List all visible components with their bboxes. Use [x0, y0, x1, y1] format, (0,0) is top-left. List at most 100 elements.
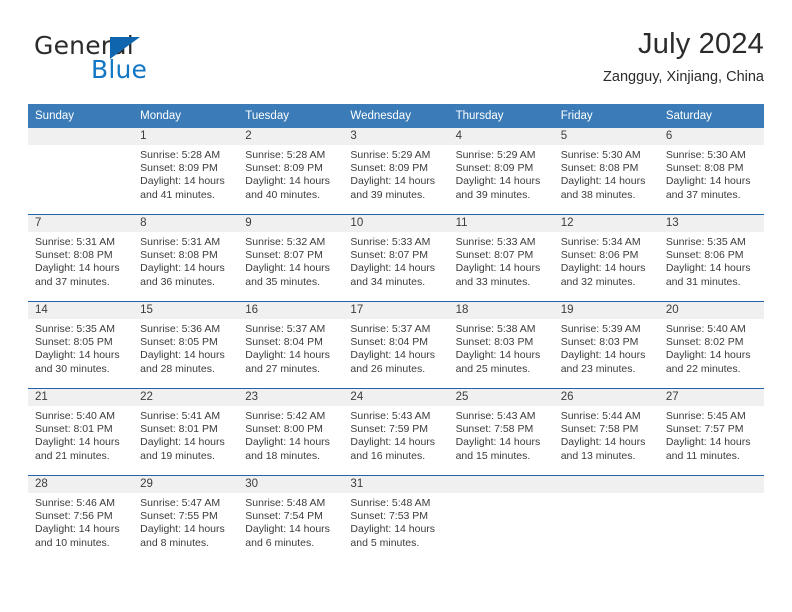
calendar-day-cell[interactable]: 9 Sunrise: 5:32 AM Sunset: 8:07 PM Daylight…	[238, 214, 344, 302]
calendar-day-cell[interactable]: 29 Sunrise: 5:47 AM Sunset: 7:55 PM Dayligh…	[133, 475, 239, 562]
calendar-day-cell[interactable]: 12 Sunrise: 5:34 AM Sunset: 8:06 PM Dayligh…	[553, 214, 659, 302]
day-cell-inner: 21 Sunrise: 5:40 AM Sunset: 8:01 PM Dayligh…	[28, 389, 134, 475]
daylight-text-line2: and 33 minutes.	[455, 275, 531, 288]
day-cell-inner: 11 Sunrise: 5:33 AM Sunset: 8:07 PM Dayligh…	[448, 215, 554, 301]
sunset-text: Sunset: 8:07 PM	[245, 249, 323, 262]
daylight-text-line1: Daylight: 14 hours	[140, 523, 225, 536]
day-cell-inner	[553, 476, 659, 562]
day-details: Sunrise: 5:44 AM Sunset: 7:58 PM Daylight:…	[554, 406, 659, 463]
calendar-day-cell[interactable]: 26 Sunrise: 5:44 AM Sunset: 7:58 PM Dayligh…	[553, 388, 659, 476]
calendar-day-cell[interactable]: 15 Sunrise: 5:36 AM Sunset: 8:05 PM Dayligh…	[133, 301, 239, 389]
day-details: Sunrise: 5:40 AM Sunset: 8:01 PM Daylight:…	[28, 406, 133, 463]
day-details: Sunrise: 5:31 AM Sunset: 8:08 PM Daylight:…	[28, 232, 133, 289]
day-cell-inner: 17 Sunrise: 5:37 AM Sunset: 8:04 PM Dayligh…	[343, 302, 449, 388]
day-number: 7	[28, 215, 134, 232]
daylight-text-line2: and 8 minutes.	[140, 536, 210, 549]
calendar-day-cell[interactable]: 5 Sunrise: 5:30 AM Sunset: 8:08 PM Daylight…	[553, 128, 659, 215]
calendar-day-cell[interactable]: 22 Sunrise: 5:41 AM Sunset: 8:01 PM Dayligh…	[133, 388, 239, 476]
calendar-day-cell[interactable]: 25 Sunrise: 5:43 AM Sunset: 7:58 PM Dayligh…	[448, 388, 554, 476]
day-details: Sunrise: 5:34 AM Sunset: 8:06 PM Daylight:…	[554, 232, 659, 289]
calendar-day-cell[interactable]: 1 Sunrise: 5:28 AM Sunset: 8:09 PM Daylight…	[133, 128, 239, 215]
calendar-day-cell[interactable]: 20 Sunrise: 5:40 AM Sunset: 8:02 PM Dayligh…	[658, 301, 764, 389]
calendar-day-cell[interactable]: 2 Sunrise: 5:28 AM Sunset: 8:09 PM Daylight…	[238, 128, 344, 215]
daylight-text-line2: and 37 minutes.	[35, 275, 110, 288]
day-cell-inner: 24 Sunrise: 5:43 AM Sunset: 7:59 PM Dayligh…	[343, 389, 449, 475]
daylight-text-line1: Daylight: 14 hours	[665, 436, 751, 449]
sunset-text: Sunset: 7:55 PM	[140, 510, 218, 523]
day-details: Sunrise: 5:29 AM Sunset: 8:09 PM Daylight:…	[449, 145, 554, 202]
daylight-text-line2: and 30 minutes.	[35, 362, 110, 375]
calendar-day-cell[interactable]: 7 Sunrise: 5:31 AM Sunset: 8:08 PM Daylight…	[28, 214, 134, 302]
sunrise-text: Sunrise: 5:36 AM	[140, 323, 221, 335]
day-cell-inner: 28 Sunrise: 5:46 AM Sunset: 7:56 PM Dayligh…	[28, 476, 134, 562]
day-details: Sunrise: 5:37 AM Sunset: 8:04 PM Daylight:…	[238, 319, 343, 376]
sunset-text: Sunset: 8:02 PM	[665, 336, 744, 349]
brand-name-blue: Blue	[91, 55, 148, 84]
weekday-header-wednesday: Wednesday	[343, 104, 449, 128]
weekday-header-tuesday: Tuesday	[238, 104, 344, 128]
daylight-text-line1: Daylight: 14 hours	[455, 262, 541, 275]
day-details: Sunrise: 5:35 AM Sunset: 8:06 PM Daylight:…	[659, 232, 764, 289]
calendar-day-cell[interactable]: 31 Sunrise: 5:48 AM Sunset: 7:53 PM Dayligh…	[343, 475, 449, 562]
daylight-text-line1: Daylight: 14 hours	[140, 262, 225, 275]
page-header: General Blue July 2024 Zangguy, Xinjiang…	[28, 26, 764, 96]
daylight-text-line2: and 22 minutes.	[665, 362, 741, 375]
day-number: 27	[658, 389, 764, 406]
day-cell-inner: 23 Sunrise: 5:42 AM Sunset: 8:00 PM Dayligh…	[238, 389, 344, 475]
sunrise-text: Sunrise: 5:32 AM	[245, 236, 326, 248]
brand-logo[interactable]: General Blue	[34, 32, 264, 90]
day-number: 30	[238, 476, 344, 493]
calendar-day-cell[interactable]: 8 Sunrise: 5:31 AM Sunset: 8:08 PM Daylight…	[133, 214, 239, 302]
calendar-day-cell[interactable]: 27 Sunrise: 5:45 AM Sunset: 7:57 PM Dayligh…	[658, 388, 764, 476]
sunset-text: Sunset: 8:04 PM	[350, 336, 429, 349]
day-cell-inner: 31 Sunrise: 5:48 AM Sunset: 7:53 PM Dayligh…	[343, 476, 449, 562]
day-details	[28, 145, 133, 149]
sunrise-text: Sunrise: 5:30 AM	[560, 149, 641, 161]
calendar-day-cell[interactable]: 6 Sunrise: 5:30 AM Sunset: 8:08 PM Daylight…	[658, 128, 764, 215]
daylight-text-line1: Daylight: 14 hours	[665, 175, 751, 188]
calendar-day-cell[interactable]: 18 Sunrise: 5:38 AM Sunset: 8:03 PM Dayligh…	[448, 301, 554, 389]
day-cell-inner: 8 Sunrise: 5:31 AM Sunset: 8:08 PM Daylight…	[133, 215, 239, 301]
daylight-text-line2: and 38 minutes.	[560, 188, 636, 201]
day-details: Sunrise: 5:30 AM Sunset: 8:08 PM Daylight:…	[554, 145, 659, 202]
calendar-day-cell[interactable]: 10 Sunrise: 5:33 AM Sunset: 8:07 PM Dayligh…	[343, 214, 449, 302]
calendar-week-row: 28 Sunrise: 5:46 AM Sunset: 7:56 PM Dayligh…	[28, 475, 764, 562]
day-cell-inner: 22 Sunrise: 5:41 AM Sunset: 8:01 PM Dayligh…	[133, 389, 239, 475]
calendar-day-cell[interactable]: 21 Sunrise: 5:40 AM Sunset: 8:01 PM Dayligh…	[28, 388, 134, 476]
calendar-day-cell[interactable]: 11 Sunrise: 5:33 AM Sunset: 8:07 PM Dayligh…	[448, 214, 554, 302]
sunrise-text: Sunrise: 5:31 AM	[35, 236, 115, 248]
calendar-day-cell[interactable]: 3 Sunrise: 5:29 AM Sunset: 8:09 PM Daylight…	[343, 128, 449, 215]
calendar-day-cell[interactable]: 30 Sunrise: 5:48 AM Sunset: 7:54 PM Dayligh…	[238, 475, 344, 562]
day-details: Sunrise: 5:28 AM Sunset: 8:09 PM Daylight:…	[133, 145, 238, 202]
sunrise-text: Sunrise: 5:44 AM	[560, 410, 641, 422]
calendar-day-cell[interactable]: 23 Sunrise: 5:42 AM Sunset: 8:00 PM Dayligh…	[238, 388, 344, 476]
calendar-day-cell[interactable]: 13 Sunrise: 5:35 AM Sunset: 8:06 PM Dayligh…	[658, 214, 764, 302]
calendar-day-cell[interactable]: 28 Sunrise: 5:46 AM Sunset: 7:56 PM Dayligh…	[28, 475, 134, 562]
sunset-text: Sunset: 8:08 PM	[35, 249, 113, 262]
calendar-day-cell[interactable]: 24 Sunrise: 5:43 AM Sunset: 7:59 PM Dayligh…	[343, 388, 449, 476]
daylight-text-line2: and 28 minutes.	[140, 362, 215, 375]
day-cell-inner: 18 Sunrise: 5:38 AM Sunset: 8:03 PM Dayligh…	[448, 302, 554, 388]
daylight-text-line1: Daylight: 14 hours	[560, 349, 646, 362]
calendar-day-cell[interactable]: 17 Sunrise: 5:37 AM Sunset: 8:04 PM Dayligh…	[343, 301, 449, 389]
day-number: 25	[448, 389, 554, 406]
calendar-table: Sunday Monday Tuesday Wednesday Thursday…	[28, 104, 764, 562]
day-number: 16	[238, 302, 344, 319]
daylight-text-line2: and 5 minutes.	[350, 536, 420, 549]
calendar-week-row: 14 Sunrise: 5:35 AM Sunset: 8:05 PM Dayligh…	[28, 301, 764, 389]
day-details: Sunrise: 5:33 AM Sunset: 8:07 PM Daylight:…	[449, 232, 554, 289]
day-cell-inner: 10 Sunrise: 5:33 AM Sunset: 8:07 PM Dayligh…	[343, 215, 449, 301]
day-details: Sunrise: 5:38 AM Sunset: 8:03 PM Daylight:…	[449, 319, 554, 376]
calendar-day-cell[interactable]: 16 Sunrise: 5:37 AM Sunset: 8:04 PM Dayligh…	[238, 301, 344, 389]
day-number: 4	[448, 128, 554, 145]
day-number	[658, 476, 764, 493]
calendar-day-cell[interactable]: 14 Sunrise: 5:35 AM Sunset: 8:05 PM Dayligh…	[28, 301, 134, 389]
daylight-text-line2: and 19 minutes.	[140, 449, 215, 462]
calendar-day-cell[interactable]: 19 Sunrise: 5:39 AM Sunset: 8:03 PM Dayligh…	[553, 301, 659, 389]
sunrise-text: Sunrise: 5:47 AM	[140, 497, 221, 509]
day-number: 12	[553, 215, 659, 232]
daylight-text-line1: Daylight: 14 hours	[350, 175, 436, 188]
daylight-text-line2: and 18 minutes.	[245, 449, 320, 462]
sunrise-text: Sunrise: 5:43 AM	[455, 410, 536, 422]
calendar-day-cell[interactable]: 4 Sunrise: 5:29 AM Sunset: 8:09 PM Daylight…	[448, 128, 554, 215]
